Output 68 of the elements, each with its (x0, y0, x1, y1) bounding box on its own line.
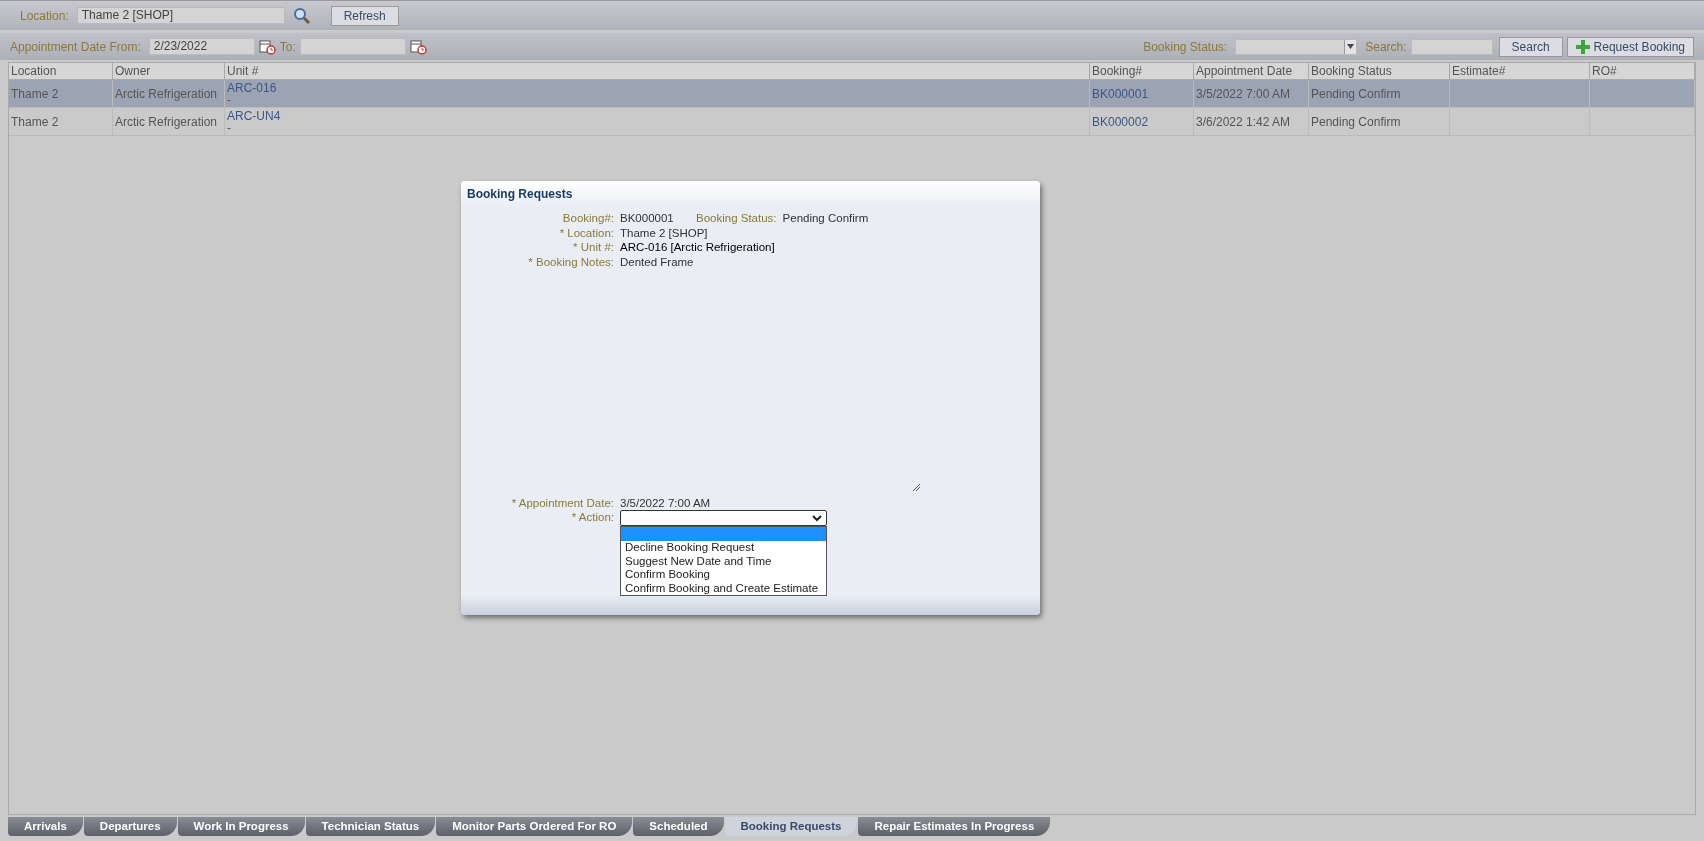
action-select[interactable] (620, 510, 827, 526)
table-cell-text: Arctic Refrigeration (115, 85, 218, 103)
tab[interactable]: Arrivals (8, 817, 83, 836)
search-button[interactable]: Search (1498, 36, 1563, 57)
field-label: * Appointment Date: (510, 495, 614, 510)
field-label: Booking#: (561, 211, 614, 226)
tab[interactable]: Repair Estimates In Progress (858, 817, 1051, 836)
field-label: * Location: (558, 225, 614, 240)
column-header[interactable]: Estimate# (1450, 63, 1590, 79)
date-from-field[interactable]: 2/23/2022 (148, 38, 255, 55)
tab[interactable]: Work In Progress (177, 817, 305, 836)
tab[interactable]: Technician Status (305, 817, 436, 836)
calendar-clock-icon[interactable] (409, 38, 427, 55)
field-value: 3/5/2022 7:00 AM (620, 495, 711, 510)
dropdown-option[interactable]: Suggest New Date and Time (621, 554, 826, 568)
field-label: Booking Status: (696, 211, 777, 226)
table-cell-text: Pending Confirm (1311, 113, 1401, 131)
field-label: * Action: (570, 510, 614, 525)
table-cell-text: Thame 2 (11, 113, 59, 131)
date-to-label: To: (279, 38, 296, 56)
table-cell-text: Arctic Refrigeration (115, 113, 218, 131)
table-cell[interactable]: BK000001 (1092, 84, 1149, 103)
field-label: * Booking Notes: (527, 254, 614, 270)
table-cell-text: Thame 2 (11, 85, 59, 103)
tab[interactable]: Booking Requests (724, 817, 858, 836)
column-header[interactable]: Booking Status (1309, 63, 1450, 79)
dropdown-arrow-icon (1347, 44, 1355, 49)
plus-icon (1575, 39, 1590, 54)
tab[interactable]: Departures (83, 817, 177, 836)
field-value: BK000001 (620, 211, 675, 226)
column-header[interactable]: Location (9, 63, 113, 79)
field-label: * Unit #: (572, 240, 614, 255)
table-cell-text: Pending Confirm (1311, 85, 1401, 103)
table-cell-text: - (227, 121, 232, 134)
dialog-title: Booking Requests (467, 186, 573, 203)
request-booking-button[interactable]: Request Booking (1566, 36, 1694, 57)
tab[interactable]: Monitor Parts Ordered For RO (436, 817, 633, 836)
search-icon[interactable] (292, 6, 311, 25)
date-from-label: Appointment Date From: (10, 38, 141, 56)
field-value: Pending Confirm (782, 211, 869, 226)
column-header[interactable]: RO# (1590, 63, 1695, 79)
date-to-field[interactable] (299, 38, 406, 55)
chevron-down-icon (812, 514, 822, 522)
calendar-clock-icon[interactable] (258, 38, 276, 55)
tab[interactable]: Scheduled (633, 817, 724, 836)
search-label: Search: (1365, 38, 1407, 56)
column-header[interactable]: Unit # (225, 63, 1090, 79)
search-field[interactable] (1410, 38, 1493, 55)
resize-grip-icon[interactable] (912, 482, 920, 491)
field-value: ARC-016 [Arctic Refrigeration] (620, 240, 775, 255)
location-label: Location: (20, 7, 69, 25)
dropdown-option[interactable]: Confirm Booking and Create Estimate (621, 581, 826, 595)
booking-status-label: Booking Status: (1143, 38, 1228, 56)
column-header[interactable]: Owner (113, 63, 225, 79)
table-cell[interactable]: BK000002 (1092, 112, 1149, 131)
field-value: Thame 2 [SHOP] (620, 225, 708, 240)
table-cell-text: 3/5/2022 7:00 AM (1196, 85, 1291, 103)
table-cell-text: 3/6/2022 1:42 AM (1196, 113, 1291, 131)
unit-link[interactable]: ARC-UN4 (227, 109, 281, 122)
unit-link[interactable]: ARC-016 (227, 81, 277, 94)
notes-field[interactable]: Dented Frame (620, 254, 920, 491)
table-cell-text: - (227, 93, 232, 106)
dropdown-option[interactable]: Confirm Booking (621, 568, 826, 582)
dropdown-option[interactable]: Decline Booking Request (621, 541, 826, 555)
refresh-button[interactable]: Refresh (330, 5, 399, 26)
column-header[interactable]: Booking# (1090, 63, 1194, 79)
column-header[interactable]: Appointment Date (1194, 63, 1309, 79)
location-field[interactable]: Thame 2 [SHOP] (76, 7, 285, 24)
